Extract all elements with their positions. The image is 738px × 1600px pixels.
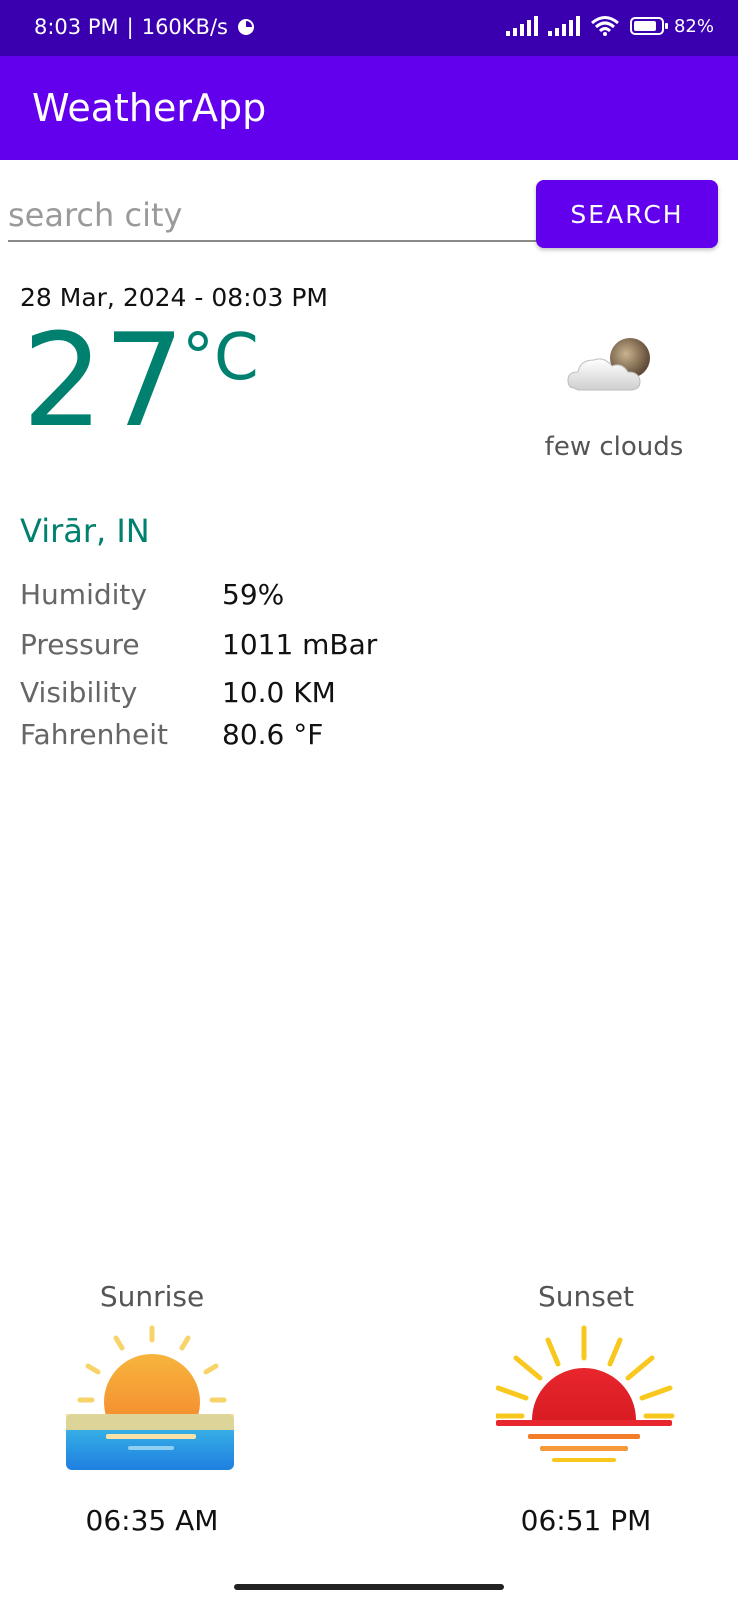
sunrise-label: Sunrise bbox=[99, 1280, 205, 1313]
signal-icon bbox=[505, 16, 538, 36]
detail-label: Pressure bbox=[20, 628, 140, 661]
data-saver-icon bbox=[237, 19, 254, 35]
app-bar: WeatherApp bbox=[0, 56, 738, 160]
detail-label: Fahrenheit bbox=[20, 718, 169, 751]
app-title: WeatherApp bbox=[32, 86, 267, 130]
search-input[interactable] bbox=[8, 190, 536, 242]
status-left: 8:03 PM | 160KB/s bbox=[34, 15, 256, 39]
few-clouds-night-icon bbox=[567, 338, 650, 391]
temperature-unit: °C bbox=[182, 321, 259, 395]
signal-icon-2 bbox=[547, 16, 580, 36]
sunset-icon bbox=[496, 1325, 675, 1462]
status-time: 8:03 PM bbox=[34, 15, 119, 39]
battery-icon bbox=[629, 17, 668, 35]
weather-description: few clouds bbox=[544, 432, 684, 462]
detail-value: 1011 mBar bbox=[222, 628, 378, 661]
status-separator: | bbox=[126, 15, 134, 39]
temperature-value: 27 bbox=[22, 307, 185, 456]
gesture-nav-bar[interactable] bbox=[234, 1584, 504, 1590]
detail-label: Humidity bbox=[20, 578, 147, 611]
battery-level: 82% bbox=[673, 15, 714, 37]
sunrise-time: 06:35 AM bbox=[85, 1504, 219, 1537]
sunrise-icon bbox=[66, 1325, 234, 1470]
search-button[interactable]: SEARCH bbox=[536, 180, 718, 248]
status-speed: 160KB/s bbox=[141, 15, 228, 39]
location: Virār, IN bbox=[20, 512, 150, 550]
status-right: 82% bbox=[505, 15, 714, 37]
status-bar: 8:03 PM | 160KB/s 82% bbox=[0, 0, 738, 56]
detail-value: 80.6 °F bbox=[222, 718, 324, 751]
detail-label: Visibility bbox=[20, 676, 138, 709]
detail-value: 59% bbox=[222, 578, 285, 611]
sunset-label: Sunset bbox=[537, 1280, 635, 1313]
detail-value: 10.0 KM bbox=[222, 676, 336, 709]
sunset-time: 06:51 PM bbox=[520, 1504, 652, 1537]
wifi-icon bbox=[591, 16, 619, 36]
